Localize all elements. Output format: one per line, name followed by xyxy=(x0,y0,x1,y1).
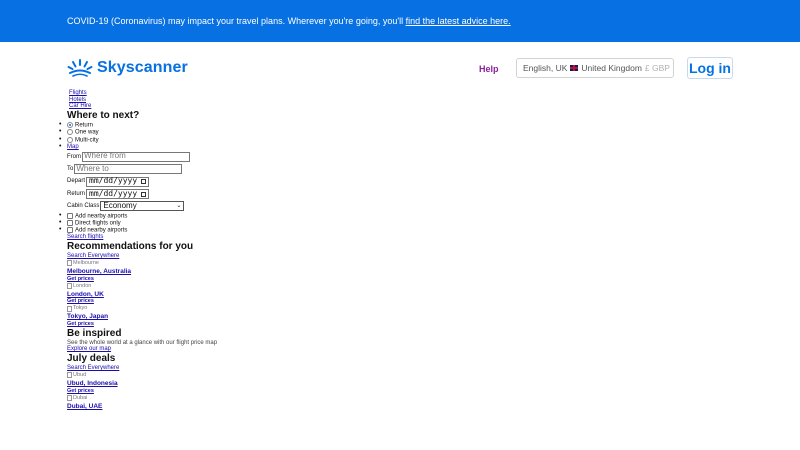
destination-image: London xyxy=(67,282,91,289)
covid-banner-text: COVID-19 (Coronavirus) may impact your t… xyxy=(67,16,404,26)
get-prices-link[interactable]: Get prices xyxy=(67,298,94,304)
option-direct-flights[interactable]: Direct flights only xyxy=(59,219,217,227)
locale-language: English, UK xyxy=(523,63,568,73)
inspired-heading: Be inspired xyxy=(67,327,122,339)
tab-flights[interactable]: Flights xyxy=(69,90,87,96)
checkbox[interactable] xyxy=(67,212,73,219)
radio-return[interactable] xyxy=(67,122,73,129)
cabin-label: Cabin Class xyxy=(67,203,100,210)
explore-map-link[interactable]: Explore our map xyxy=(67,346,111,352)
checkbox[interactable] xyxy=(67,227,73,234)
destination-image: Tokyo xyxy=(67,305,87,312)
return-date-input[interactable]: mm/dd/yyyy xyxy=(86,188,150,200)
get-prices-link[interactable]: Get prices xyxy=(67,276,94,282)
cabin-class-value: Economy xyxy=(103,201,137,211)
depart-label: Depart xyxy=(67,178,86,185)
get-prices-link[interactable]: Get prices xyxy=(67,388,94,394)
option-label: Add nearby airports xyxy=(75,213,128,220)
broken-image-icon xyxy=(67,394,72,401)
calendar-icon xyxy=(141,179,147,185)
broken-image-icon xyxy=(67,305,72,312)
from-input[interactable]: Where from xyxy=(82,151,190,162)
trip-type-label: Return xyxy=(75,122,94,129)
return-field-row: Return mm/dd/yyyy xyxy=(67,188,217,200)
skyscanner-logo[interactable]: Skyscanner xyxy=(67,58,188,78)
image-alt: Tokyo xyxy=(73,305,88,312)
to-input[interactable]: Where to xyxy=(74,164,183,175)
locale-country: United Kingdom xyxy=(581,63,642,73)
destination-name[interactable]: Ubud, Indonesia xyxy=(67,380,118,387)
recommendations-heading: Recommendations for you xyxy=(67,241,194,253)
calendar-icon xyxy=(141,191,147,197)
covid-banner: COVID-19 (Coronavirus) may impact your t… xyxy=(0,0,800,42)
trip-type-one-way[interactable]: One way xyxy=(59,129,217,136)
option-nearby-airports-from[interactable]: Add nearby airports xyxy=(59,212,217,220)
broken-image-icon xyxy=(67,372,72,379)
from-label: From xyxy=(67,153,81,160)
image-alt: London xyxy=(73,282,92,289)
option-label: Direct flights only xyxy=(75,220,121,227)
inspired-text: See the whole world at a glance with our… xyxy=(67,339,218,346)
destination-image: Dubai xyxy=(67,394,87,401)
image-alt: Ubud xyxy=(73,371,87,378)
search-everywhere-link[interactable]: Search Everywhere xyxy=(67,253,119,259)
depart-field-row: Depart mm/dd/yyyy xyxy=(67,175,217,187)
search-tabs: Flights Hotels Car Hire xyxy=(69,90,217,110)
locale-currency: £ GBP xyxy=(644,63,670,73)
radio-multi-city[interactable] xyxy=(67,136,73,143)
map-link[interactable]: Map xyxy=(67,144,79,150)
depart-date-input[interactable]: mm/dd/yyyy xyxy=(86,176,150,187)
image-alt: Melbourne xyxy=(73,260,99,266)
from-field-row: From Where from xyxy=(67,151,217,163)
checkbox[interactable] xyxy=(67,219,73,226)
option-nearby-airports-to[interactable]: Add nearby airports xyxy=(59,227,217,234)
july-deals-heading: July deals xyxy=(67,353,116,365)
image-alt: Dubai xyxy=(73,394,88,401)
depart-date-value: mm/dd/yyyy xyxy=(89,176,138,186)
destination-image: Ubud xyxy=(67,372,86,379)
trip-type-label: Multi-city xyxy=(75,137,99,144)
option-label: Add nearby airports xyxy=(75,227,128,234)
to-field-row: To Where to xyxy=(67,163,217,175)
login-button[interactable]: Log in xyxy=(687,57,733,79)
map-item: Map xyxy=(59,144,217,151)
search-flights-link[interactable]: Search flights xyxy=(67,234,103,240)
brand-name: Skyscanner xyxy=(97,59,188,76)
chevron-down-icon: ⌄ xyxy=(176,203,182,210)
cabin-class-select[interactable]: Economy ⌄ xyxy=(100,201,185,212)
uk-flag-icon xyxy=(570,65,579,71)
broken-image-icon xyxy=(67,282,72,289)
trip-type-return[interactable]: Return xyxy=(59,122,217,129)
get-prices-link[interactable]: Get prices xyxy=(67,321,94,327)
covid-banner-text-wrap: COVID-19 (Coronavirus) may impact your t… xyxy=(67,16,511,26)
search-everywhere-link[interactable]: Search Everywhere xyxy=(67,365,119,371)
search-heading: Where to next? xyxy=(67,110,140,122)
return-label: Return xyxy=(67,190,86,197)
radio-one-way[interactable] xyxy=(67,129,73,136)
sunrise-icon xyxy=(67,59,93,77)
main-content: Flights Hotels Car Hire Where to next? R… xyxy=(59,90,218,410)
return-date-value: mm/dd/yyyy xyxy=(89,188,138,198)
destination-name[interactable]: Tokyo, Japan xyxy=(67,313,108,320)
destination-image: Melbourne xyxy=(67,260,99,267)
tab-car-hire[interactable]: Car Hire xyxy=(69,103,91,109)
destination-name[interactable]: Dubai, UAE xyxy=(67,403,102,410)
locale-selector[interactable]: English, UK United Kingdom £ GBP xyxy=(516,58,674,78)
to-label: To xyxy=(67,165,74,172)
tab-hotels[interactable]: Hotels xyxy=(69,97,86,103)
cabin-field-row: Cabin Class Economy ⌄ xyxy=(67,200,217,212)
trip-type-multi-city[interactable]: Multi-city xyxy=(59,136,217,144)
destination-name[interactable]: London, UK xyxy=(67,291,104,298)
trip-type-label: One way xyxy=(75,129,99,136)
broken-image-icon xyxy=(67,260,72,267)
covid-advice-link[interactable]: find the latest advice here. xyxy=(406,16,511,26)
destination-name[interactable]: Melbourne, Australia xyxy=(67,268,131,275)
help-link[interactable]: Help xyxy=(479,64,499,74)
